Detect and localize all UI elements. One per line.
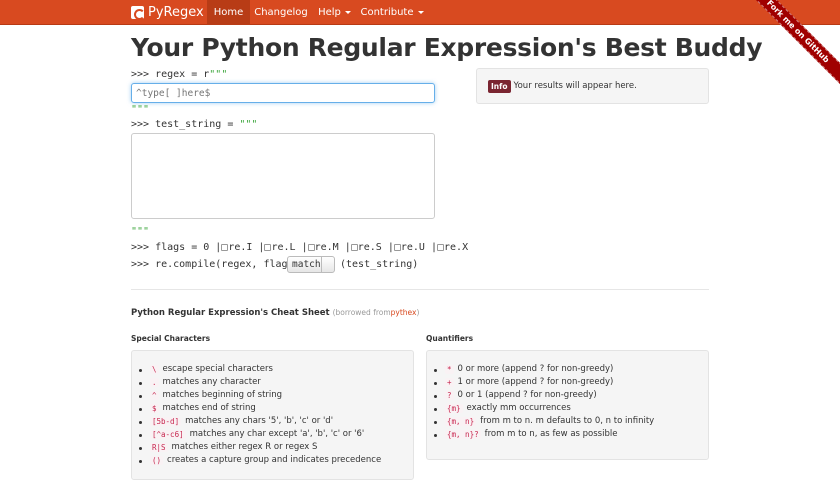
code-snippet: () xyxy=(150,455,164,465)
code-snippet: \ xyxy=(150,364,159,374)
regex-prompt-line: >>> regex = r""" xyxy=(131,69,227,80)
flag-m-checkbox[interactable] xyxy=(307,244,315,251)
page-title: Your Python Regular Expression's Best Bu… xyxy=(131,33,763,62)
special-characters-panel: \ escape special characters . matches any … xyxy=(131,350,414,480)
compile-suffix: (test_string) xyxy=(340,259,419,270)
nav-home-label: Home xyxy=(213,7,244,18)
test-string-prompt-line: >>> test_string = """ xyxy=(131,119,257,130)
regex-close-quotes: """ xyxy=(131,104,150,115)
dropdown-divider xyxy=(321,257,322,272)
item-text: matches either regex R or regex S xyxy=(171,442,318,452)
section-divider xyxy=(131,289,709,290)
nav-help-dropdown[interactable]: Help xyxy=(312,0,357,25)
flag-u-label: re.U xyxy=(400,242,425,253)
nav-contribute-label: Contribute xyxy=(360,7,414,18)
nav-home[interactable]: Home xyxy=(207,0,250,25)
item-text: exactly mm occurrences xyxy=(466,403,571,413)
test-close-quotes: """ xyxy=(131,226,150,237)
top-navbar: PyRegex Home Changelog Help Contribute xyxy=(0,0,840,25)
special-characters-title: Special Characters xyxy=(131,334,211,343)
results-panel: Info Your results will appear here. xyxy=(476,68,709,104)
code-snippet: {m, n}? xyxy=(445,429,481,439)
code-snippet: [5b-d] xyxy=(150,416,182,426)
code-snippet: {m, n} xyxy=(445,416,477,426)
code-snippet: ? xyxy=(445,390,454,400)
pythex-link[interactable]: pythex xyxy=(391,308,417,317)
list-item: {m, n}? from m to n, as few as possible xyxy=(433,429,618,439)
item-text: 0 or 1 (append ? for non-greedy) xyxy=(457,390,597,400)
code-snippet: $ xyxy=(150,403,159,413)
quantifiers-title: Quantifiers xyxy=(426,334,474,343)
nav-changelog-label: Changelog xyxy=(254,7,308,18)
borrowed-note: (borrowed from xyxy=(332,308,391,317)
code-snippet: R|S xyxy=(150,442,168,452)
list-item: +1 or more (append ? for non-greedy) xyxy=(433,377,614,387)
caret-down-icon xyxy=(417,11,424,14)
item-text: from m to n. m defaults to 0, n to infin… xyxy=(480,416,655,426)
list-item: R|S matches either regex R or regex S xyxy=(138,442,318,452)
info-badge: Info xyxy=(488,79,511,93)
flag-i-label: re.I xyxy=(228,242,253,253)
test-string-textarea[interactable] xyxy=(131,133,435,219)
list-item: * 0 or more (append ? for non-greedy) xyxy=(433,364,614,374)
list-item: . matches any character xyxy=(139,377,261,387)
code-snippet: ^ xyxy=(150,390,159,400)
item-text: creates a capture group and indicates pr… xyxy=(167,455,382,465)
flag-x-label: re.X xyxy=(444,242,469,253)
caret-down-icon xyxy=(344,11,351,14)
cheat-sheet-heading: Python Regular Expression's Cheat Sheet xyxy=(131,308,330,318)
method-select-dropdown[interactable]: match xyxy=(287,256,335,273)
flag-u-checkbox[interactable] xyxy=(393,244,401,251)
list-item: ^ matches beginning of string xyxy=(138,390,283,400)
test-string-prefix: >>> test_string = xyxy=(131,119,240,130)
list-item: () creates a capture group and indicates … xyxy=(138,455,382,465)
regex-input[interactable] xyxy=(131,83,435,103)
flag-m-label: re.M xyxy=(314,242,339,253)
code-snippet: [^a-c6] xyxy=(150,429,186,439)
code-snippet: * xyxy=(445,364,454,374)
flag-x-checkbox[interactable] xyxy=(437,244,445,251)
cheat-sheet-title: Python Regular Expression's Cheat Sheet … xyxy=(131,308,419,318)
item-text: from m to n, as few as possible xyxy=(484,429,618,439)
list-item: ? 0 or 1 (append ? for non-greedy) xyxy=(434,390,597,400)
compile-prefix: >>> re.compile(regex, flags). xyxy=(131,259,306,270)
item-text: 1 or more (append ? for non-greedy) xyxy=(457,377,614,387)
flags-line: >>> flags = 0 | re.I | re.L | re.M | re.S | r… xyxy=(131,242,469,253)
list-item: [^a-c6] matches any char except 'a', 'b',… xyxy=(138,429,365,439)
flag-s-checkbox[interactable] xyxy=(350,244,358,251)
code-snippet: + xyxy=(445,377,454,387)
item-text: matches any char except 'a', 'b', 'c' or… xyxy=(189,429,365,439)
flags-prefix: >>> flags = 0 | xyxy=(131,242,222,253)
code-snippet: {m} xyxy=(445,403,463,413)
brand-link[interactable]: PyRegex xyxy=(131,0,204,25)
list-item: [5b-d] matches any chars '5', 'b', 'c' or… xyxy=(138,416,334,426)
regex-prefix: >>> regex = r xyxy=(131,69,210,80)
item-text: 0 or more (append ? for non-greedy) xyxy=(457,364,614,374)
list-item: {m, n} from m to n. m defaults to 0, n to… xyxy=(433,416,655,426)
item-text: escape special characters xyxy=(162,364,273,374)
nav-help-label: Help xyxy=(318,7,341,18)
flag-s-label: re.S xyxy=(357,242,382,253)
item-text: matches any character xyxy=(162,377,261,387)
item-text: matches beginning of string xyxy=(162,390,283,400)
borrowed-close: ) xyxy=(416,308,420,317)
item-text: matches end of string xyxy=(162,403,256,413)
nav-contribute-dropdown[interactable]: Contribute xyxy=(357,0,427,25)
code-snippet: . xyxy=(150,377,159,387)
regex-open-quotes: """ xyxy=(209,69,228,80)
brand-name: PyRegex xyxy=(148,5,204,20)
nav-changelog[interactable]: Changelog xyxy=(250,0,312,25)
results-text: Your results will appear here. xyxy=(513,81,637,91)
quantifiers-panel: * 0 or more (append ? for non-greedy) +1 … xyxy=(426,350,709,460)
list-item: $ matches end of string xyxy=(139,403,256,413)
item-text: matches any chars '5', 'b', 'c' or 'd' xyxy=(185,416,334,426)
flag-l-label: re.L xyxy=(271,242,296,253)
list-item: {m} exactly mm occurrences xyxy=(434,403,571,413)
method-value: match xyxy=(292,259,321,270)
test-open-quotes: """ xyxy=(239,119,258,130)
pyregex-logo-icon xyxy=(131,6,145,20)
list-item: \ escape special characters xyxy=(139,364,273,374)
